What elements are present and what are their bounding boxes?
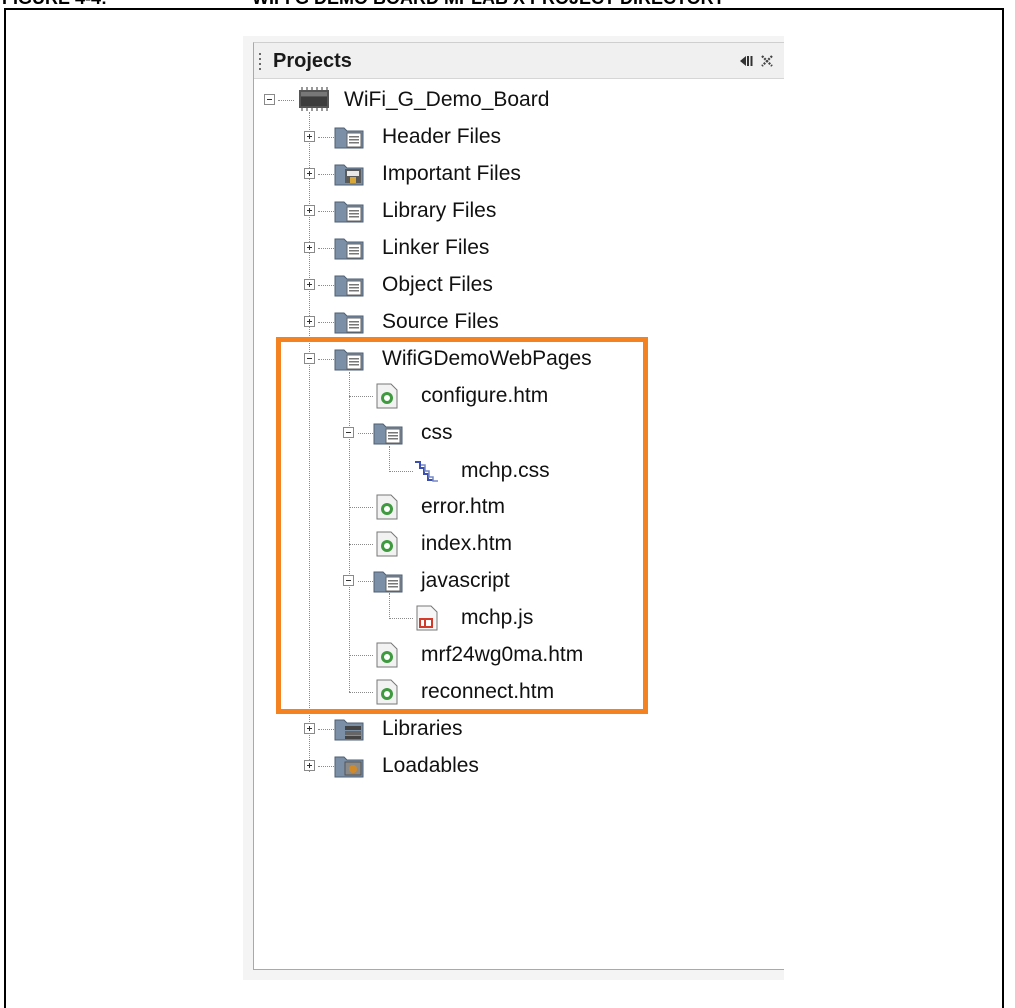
source-files-folder-icon	[334, 312, 364, 334]
object-files-folder-icon	[334, 275, 364, 297]
expand-toggle[interactable]	[304, 760, 315, 771]
tree-node-project[interactable]: WiFi_G_Demo_Board	[264, 86, 584, 116]
library-files-folder-icon	[334, 201, 364, 223]
expand-toggle[interactable]	[304, 279, 315, 290]
project-tree: WiFi_G_Demo_Board Header Files Important…	[0, 0, 1015, 1005]
linker-files-folder-icon	[334, 238, 364, 260]
tree-node-label: Library Files	[382, 199, 497, 222]
tree-node-label: Libraries	[382, 717, 463, 740]
tree-node-source-files[interactable]: Source Files	[304, 308, 564, 338]
important-files-folder-icon	[334, 164, 364, 186]
expand-toggle[interactable]	[304, 205, 315, 216]
tree-node-label: Linker Files	[382, 236, 490, 259]
expand-toggle[interactable]	[304, 242, 315, 253]
tree-node-loadables[interactable]: Loadables	[304, 752, 524, 782]
tree-node-libraries[interactable]: Libraries	[304, 715, 524, 745]
libraries-folder-icon	[334, 719, 364, 741]
loadables-folder-icon	[334, 756, 364, 778]
expand-toggle[interactable]	[304, 316, 315, 327]
tree-node-important-files[interactable]: Important Files	[304, 160, 564, 190]
tree-node-label: Object Files	[382, 273, 493, 296]
expand-toggle[interactable]	[304, 723, 315, 734]
chip-project-icon	[299, 87, 329, 111]
collapse-toggle[interactable]	[264, 94, 275, 105]
tree-node-label: Important Files	[382, 162, 521, 185]
highlight-box	[276, 337, 648, 714]
tree-node-label: Source Files	[382, 310, 499, 333]
tree-node-library-files[interactable]: Library Files	[304, 197, 564, 227]
tree-node-label: Header Files	[382, 125, 502, 148]
tree-node-label: Loadables	[382, 754, 479, 777]
header-files-folder-icon	[334, 127, 364, 149]
expand-toggle[interactable]	[304, 168, 315, 179]
tree-node-header-files[interactable]: Header Files	[304, 123, 564, 153]
tree-node-label: WiFi_G_Demo_Board	[344, 88, 550, 111]
tree-node-object-files[interactable]: Object Files	[304, 271, 564, 301]
tree-node-linker-files[interactable]: Linker Files	[304, 234, 564, 264]
expand-toggle[interactable]	[304, 131, 315, 142]
